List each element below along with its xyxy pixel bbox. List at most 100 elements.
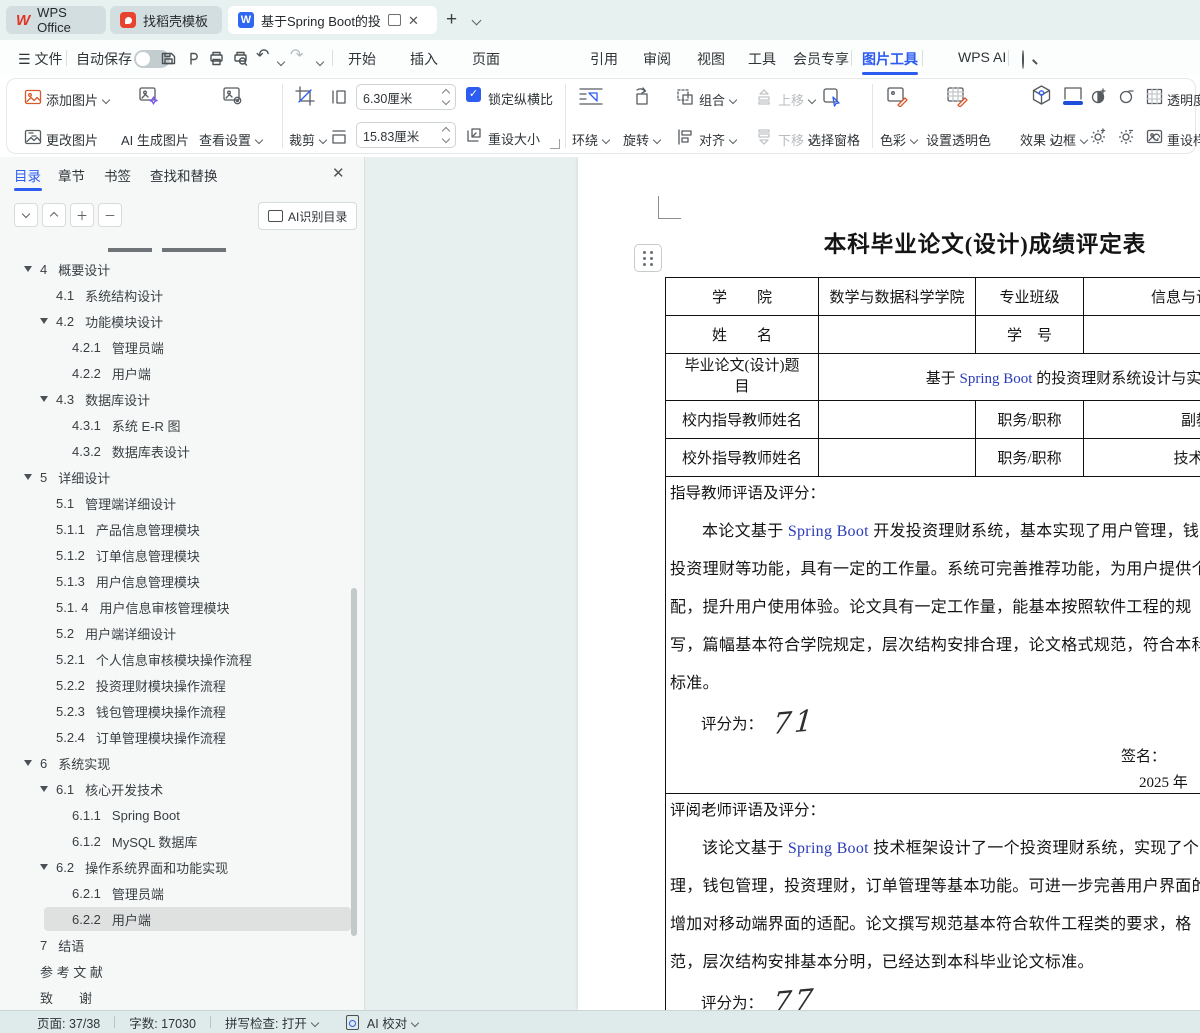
expander-arrow-icon[interactable] [24,474,32,480]
toc-item[interactable]: 4.3.1 系统 E-R 图 [0,412,365,438]
toc-item[interactable]: 5.1.1 产品信息管理模块 [0,516,365,542]
toc-item[interactable]: 4.1 系统结构设计 [0,282,365,308]
change-image-button[interactable]: 更改图片 [46,130,98,149]
border-button[interactable]: 边框 [1050,130,1089,149]
toc-item[interactable]: 6.1 核心开发技术 [0,776,365,802]
new-tab-button[interactable]: + [446,10,457,30]
set-transparent-color-button[interactable]: 设置透明色 [926,130,991,149]
toc-item[interactable]: 6.1.1 Spring Boot [0,802,365,828]
ai-proofread[interactable]: AI 校对 [367,1013,420,1032]
template-tab[interactable]: 找稻壳模板 [110,6,222,34]
menu-page[interactable]: 页面 [472,49,500,69]
toc-item[interactable]: 参 考 文 献 [0,958,365,984]
toc-item[interactable]: 5.2.2 投资理财模块操作流程 [0,672,365,698]
toc-item[interactable]: 5 详细设计 [0,464,365,490]
crop-button[interactable]: 裁剪 [289,130,328,149]
sidebar-tab-bookmarks[interactable]: 书签 [104,165,131,185]
toc-item[interactable]: 4 概要设计 [0,256,365,282]
spellcheck-status[interactable]: 拼写检查: 打开 [225,1013,320,1032]
redo-icon[interactable]: ↷ [290,48,303,64]
menu-member[interactable]: 会员专享 [793,49,849,69]
group-button[interactable]: 组合 [699,90,738,109]
document-page[interactable]: 本科毕业论文(设计)成绩评定表 学 院 数学与数据科学学院 专业班级 信息与计算… [578,157,1200,1010]
menu-insert[interactable]: 插入 [410,49,438,69]
sidebar-close-icon[interactable]: ✕ [332,166,345,181]
menu-wps-ai[interactable]: WPS AI [958,49,1006,65]
toc-item[interactable]: 5.2.1 个人信息审核模块操作流程 [0,646,365,672]
toc-item[interactable]: 4.3 数据库设计 [0,386,365,412]
ai-recognize-toc-button[interactable]: AI识别目录 [258,202,358,230]
toc-item[interactable]: 6 系统实现 [0,750,365,776]
toc-zoom-out-button[interactable]: － [98,203,122,227]
expander-arrow-icon[interactable] [40,864,48,870]
sidebar-tab-chapters[interactable]: 章节 [58,165,85,185]
toc-item[interactable]: 4.2.2 用户端 [0,360,365,386]
menu-file[interactable]: ☰ 文件 [18,49,62,69]
transparency-button[interactable]: 透明度 [1167,90,1200,109]
color-button[interactable]: 色彩 [880,130,919,149]
selection-pane-button[interactable]: 选择窗格 [808,130,860,149]
height-steppers[interactable] [441,126,451,144]
toc-expand-button[interactable] [42,203,66,227]
print-icon[interactable] [206,48,226,68]
tab-preview-icon[interactable] [388,14,401,26]
grade-table[interactable]: 学 院 数学与数据科学学院 专业班级 信息与计算科学 姓 名 学 号 毕业论文(… [665,277,1200,1010]
undo-icon[interactable]: ↶ [256,48,269,64]
view-settings-button[interactable]: 查看设置 [199,130,264,149]
menu-start[interactable]: 开始 [348,49,376,69]
wrap-button[interactable]: 环绕 [572,130,611,149]
reset-style-button[interactable]: 重设样式 [1167,130,1200,149]
tab-list-dropdown-icon[interactable] [468,13,482,31]
expander-arrow-icon[interactable] [24,760,32,766]
rotate-button[interactable]: 旋转 [623,130,662,149]
sidebar-tab-find-replace[interactable]: 查找和替换 [150,165,218,185]
toc-item[interactable]: 7 结语 [0,932,365,958]
brightness-up-icon[interactable] [1090,127,1108,150]
print-preview-icon[interactable] [230,48,250,68]
toc-item-clipped[interactable] [0,244,365,256]
sidebar-scrollbar[interactable] [351,588,357,936]
toc-item[interactable]: 6.2.1 管理员端 [0,880,365,906]
dialog-launcher-icon[interactable] [550,139,560,149]
document-tab[interactable]: W 基于Spring Boot的投资理财 ✕ [228,6,437,34]
image-width-input[interactable]: 6.30厘米 [356,84,456,110]
lock-ratio-checkbox[interactable]: ✓ [466,87,481,102]
home-tab[interactable]: W WPS Office [6,5,106,35]
contrast-up-icon[interactable] [1090,87,1108,110]
expander-arrow-icon[interactable] [40,396,48,402]
toc-item[interactable]: 5.2 用户端详细设计 [0,620,365,646]
toc-item[interactable]: 5.1. 4 用户信息审核管理模块 [0,594,365,620]
expander-arrow-icon[interactable] [40,786,48,792]
sidebar-tab-contents[interactable]: 目录 [14,165,41,185]
toc-item[interactable]: 4.2 功能模块设计 [0,308,365,334]
undo-dropdown-icon[interactable] [273,54,286,72]
expander-arrow-icon[interactable] [40,318,48,324]
toc-item[interactable]: 6.2 操作系统界面和功能实现 [0,854,365,880]
menu-view[interactable]: 视图 [697,49,725,69]
ai-generate-image-button[interactable]: AI 生成图片 [121,130,189,149]
toc-item[interactable]: 6.2.2 用户端 [0,906,365,932]
toc-item[interactable]: 4.2.1 管理员端 [0,334,365,360]
add-image-button[interactable]: 添加图片 [46,90,111,109]
word-count[interactable]: 字数: 17030 [129,1013,196,1032]
image-height-input[interactable]: 15.83厘米 [356,122,456,148]
contrast-down-icon[interactable] [1118,87,1136,110]
save-icon[interactable] [158,48,178,68]
reset-size-button[interactable]: 重设大小 [488,129,540,148]
export-pdf-icon[interactable] [183,48,203,68]
width-steppers[interactable] [441,88,451,106]
toc-item[interactable]: 5.2.4 订单管理模块操作流程 [0,724,365,750]
toc-item[interactable]: 5.1.3 用户信息管理模块 [0,568,365,594]
menu-review[interactable]: 审阅 [643,49,671,69]
menu-tools[interactable]: 工具 [748,49,776,69]
bring-forward-button[interactable]: 上移 [778,90,817,109]
toc-item[interactable]: 4.3.2 数据库表设计 [0,438,365,464]
search-icon[interactable] [1022,50,1024,69]
brightness-down-icon[interactable] [1118,127,1136,150]
expander-arrow-icon[interactable] [24,266,32,272]
menu-picture-tools[interactable]: 图片工具 [862,49,918,69]
toc-item[interactable]: 5.1.2 订单信息管理模块 [0,542,365,568]
tab-close-icon[interactable]: ✕ [408,14,419,27]
toc-item[interactable]: 6.1.2 MySQL 数据库 [0,828,365,854]
toc-item[interactable]: 5.1 管理端详细设计 [0,490,365,516]
